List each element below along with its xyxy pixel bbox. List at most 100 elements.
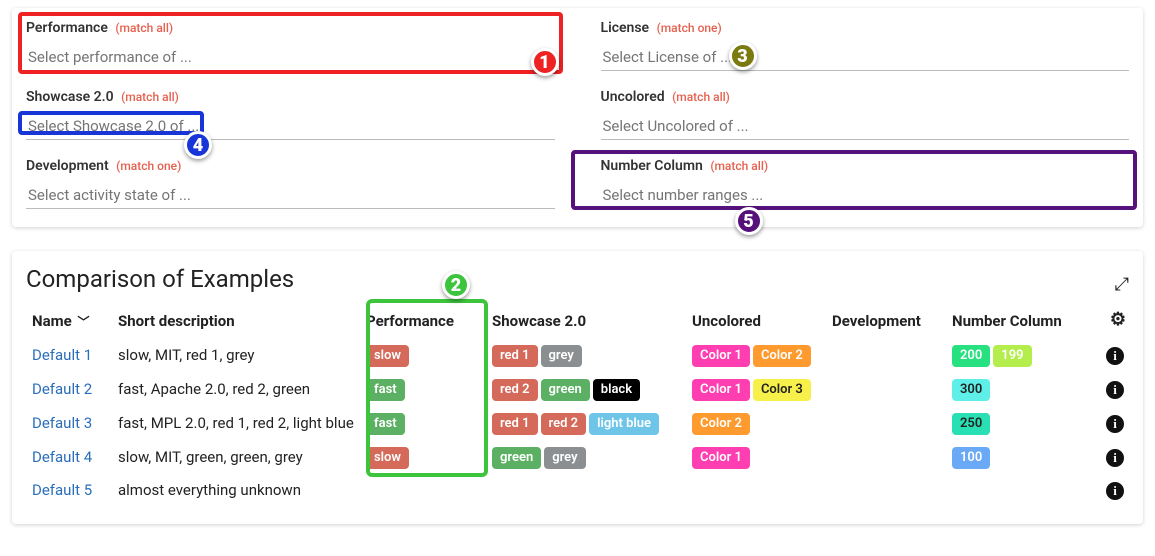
match-note: (match one) <box>657 21 722 35</box>
info-icon[interactable]: i <box>1106 381 1124 399</box>
filter-label-showcase: Showcase 2.0 <box>26 89 114 105</box>
chevron-down-icon: ﹀ <box>77 315 89 329</box>
comparison-card: Comparison of Examples ⤢ 2 Name ﹀ Short … <box>12 251 1143 524</box>
row-num: 300 <box>946 372 1096 406</box>
row-perf: fast <box>360 406 486 440</box>
row-desc: almost everything unknown <box>112 474 360 506</box>
row-perf: fast <box>360 372 486 406</box>
row-num: 100 <box>946 440 1096 474</box>
tag: green <box>492 447 541 469</box>
col-perf[interactable]: Performance <box>360 305 486 338</box>
tag: 200 <box>952 345 990 367</box>
row-show: greengrey <box>486 440 686 474</box>
filter-card: Performance (match all) 1 License (match… <box>12 8 1143 227</box>
annotation-badge-5: 5 <box>735 207 763 235</box>
col-show[interactable]: Showcase 2.0 <box>486 305 686 338</box>
row-desc: fast, Apache 2.0, red 2, green <box>112 372 360 406</box>
row-uncol: Color 1Color 3 <box>686 372 826 406</box>
row-perf: slow <box>360 338 486 372</box>
row-uncol: Color 2 <box>686 406 826 440</box>
filter-performance: Performance (match all) 1 <box>26 20 555 71</box>
tag: light blue <box>589 413 659 435</box>
expand-icon[interactable]: ⤢ <box>1115 274 1129 295</box>
row-uncol: Color 1 <box>686 440 826 474</box>
row-uncol <box>686 474 826 506</box>
col-uncol[interactable]: Uncolored <box>686 305 826 338</box>
tag: red 1 <box>492 345 538 367</box>
tag: red 2 <box>541 413 587 435</box>
row-num: 200199 <box>946 338 1096 372</box>
tag: Color 3 <box>753 379 811 401</box>
row-perf <box>360 474 486 506</box>
tag: Color 1 <box>692 447 750 469</box>
tag: Color 1 <box>692 345 750 367</box>
tag: grey <box>544 447 585 469</box>
tag: 199 <box>993 345 1031 367</box>
tag: Color 2 <box>753 345 811 367</box>
comparison-table: Name ﹀ Short description Performance Sho… <box>26 305 1130 506</box>
info-icon[interactable]: i <box>1106 482 1124 500</box>
row-name-link[interactable]: Default 2 <box>32 380 92 398</box>
tag: black <box>593 379 640 401</box>
tag: Color 2 <box>692 413 750 435</box>
filter-label-performance: Performance <box>26 20 108 36</box>
row-show <box>486 474 686 506</box>
gear-icon[interactable]: ⚙ <box>1110 309 1126 330</box>
row-num: 250 <box>946 406 1096 440</box>
row-dev <box>826 440 946 474</box>
tag: green <box>541 379 590 401</box>
row-show: red 1grey <box>486 338 686 372</box>
table-row: Default 1slow, MIT, red 1, greyslowred 1… <box>26 338 1130 372</box>
row-dev <box>826 338 946 372</box>
table-row: Default 4 slow, MIT, green, green, grey sl… <box>26 440 1130 474</box>
tag: fast <box>366 379 405 401</box>
tag: 100 <box>952 447 990 469</box>
info-icon[interactable]: i <box>1106 449 1124 467</box>
row-show: red 2greenblack <box>486 372 686 406</box>
row-dev <box>826 406 946 440</box>
tag: 250 <box>952 413 990 435</box>
filter-input-license[interactable] <box>601 42 1130 71</box>
match-note: (match all) <box>710 159 768 173</box>
filter-label-development: Development <box>26 158 109 174</box>
row-desc: slow, MIT, red 1, grey <box>112 338 360 372</box>
tag: slow <box>366 447 409 469</box>
col-desc[interactable]: Short description <box>112 305 360 338</box>
filter-uncolored: Uncolored (match all) <box>601 89 1130 140</box>
annotation-badge-3: 3 <box>729 42 757 70</box>
filter-development: Development (match one) <box>26 158 555 209</box>
info-icon[interactable]: i <box>1106 415 1124 433</box>
filter-input-uncolored[interactable] <box>601 111 1130 140</box>
table-row: Default 3 fast, MPL 2.0, red 1, red 2, li… <box>26 406 1130 440</box>
filter-label-uncolored: Uncolored <box>601 89 665 105</box>
row-show: red 1red 2light blue <box>486 406 686 440</box>
filter-input-number[interactable] <box>601 180 1130 209</box>
row-name-link[interactable]: Default 1 <box>32 346 92 364</box>
filter-input-performance[interactable] <box>26 42 555 71</box>
annotation-badge-1: 1 <box>531 48 559 76</box>
table-row: Default 5 almost everything unknown i <box>26 474 1130 506</box>
col-num[interactable]: Number Column <box>946 305 1096 338</box>
filter-number: Number Column (match all) 5 <box>601 158 1130 209</box>
col-name[interactable]: Name ﹀ <box>26 305 112 338</box>
tag: fast <box>366 413 405 435</box>
row-perf: slow <box>360 440 486 474</box>
info-icon[interactable]: i <box>1106 347 1124 365</box>
table-row: Default 2 fast, Apache 2.0, red 2, green f… <box>26 372 1130 406</box>
section-title: Comparison of Examples <box>26 265 294 293</box>
tag: 300 <box>952 379 990 401</box>
tag: red 2 <box>492 379 538 401</box>
row-desc: slow, MIT, green, green, grey <box>112 440 360 474</box>
filter-label-number: Number Column <box>601 158 703 174</box>
filter-input-showcase[interactable] <box>26 111 555 140</box>
tag: grey <box>541 345 582 367</box>
row-desc: fast, MPL 2.0, red 1, red 2, light blue <box>112 406 360 440</box>
row-name-link[interactable]: Default 3 <box>32 414 92 432</box>
row-dev <box>826 474 946 506</box>
col-dev[interactable]: Development <box>826 305 946 338</box>
filter-input-development[interactable] <box>26 180 555 209</box>
row-name-link[interactable]: Default 4 <box>32 448 92 466</box>
match-note: (match all) <box>115 21 173 35</box>
match-note: (match all) <box>121 90 179 104</box>
row-name-link[interactable]: Default 5 <box>32 481 92 499</box>
